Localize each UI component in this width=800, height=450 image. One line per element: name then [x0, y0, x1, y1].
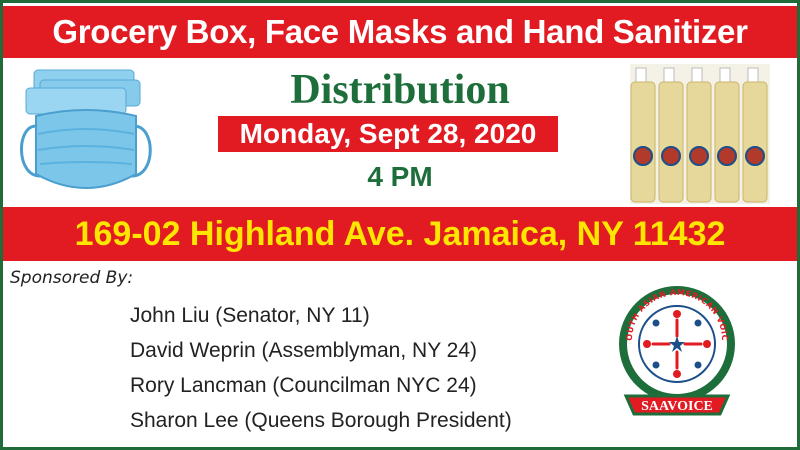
event-date: Monday, Sept 28, 2020 — [218, 116, 558, 152]
face-masks-image — [20, 69, 152, 189]
distribution-heading: Distribution — [290, 67, 510, 113]
event-address: 169-02 Highland Ave. Jamaica, NY 11432 — [3, 207, 797, 261]
title-banner: Grocery Box, Face Masks and Hand Sanitiz… — [3, 6, 797, 58]
event-time: 4 PM — [367, 161, 433, 192]
sponsored-by-label: Sponsored By: — [10, 268, 134, 288]
sponsor-item: David Weprin (Assemblyman, NY 24) — [130, 339, 478, 362]
saavoice-logo: SOUTH ASIAN AMERICAN VOICE SAAVOICE — [612, 278, 735, 416]
sponsor-list: John Liu (Senator, NY 11) David Weprin (… — [130, 298, 512, 438]
sponsor-item: Sharon Lee (Queens Borough President) — [130, 409, 512, 432]
svg-text:SAAVOICE: SAAVOICE — [641, 399, 713, 414]
sponsor-item: Rory Lancman (Councilman NYC 24) — [130, 374, 477, 397]
sponsor-item: John Liu (Senator, NY 11) — [130, 304, 370, 327]
hand-sanitizer-bottles-image — [630, 64, 770, 204]
